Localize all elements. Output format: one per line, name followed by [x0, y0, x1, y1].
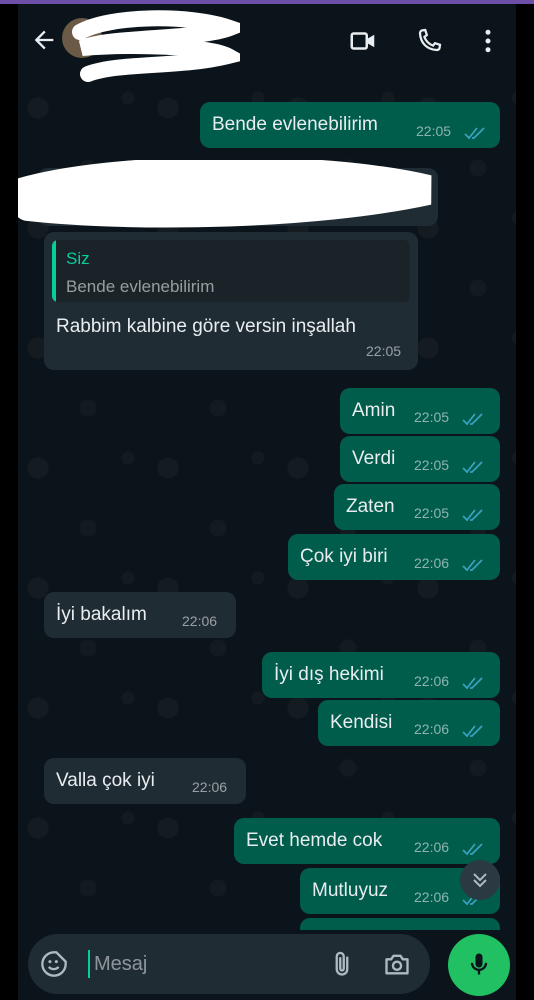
message-time: 22:05 [414, 505, 450, 521]
voice-record-button[interactable] [448, 934, 510, 996]
message-bubble-outgoing[interactable]: Verdi 22:05 [340, 436, 500, 482]
message-text: Zaten [346, 496, 395, 517]
message-time: 22:05 [414, 457, 450, 473]
phone-icon[interactable] [414, 26, 444, 56]
message-text: Kendisi [330, 712, 393, 733]
video-call-icon[interactable] [348, 26, 378, 56]
message-bubble-outgoing[interactable]: Amin 22:05 [340, 388, 500, 434]
sticker-icon[interactable] [40, 950, 68, 978]
redaction-scribble [72, 10, 240, 82]
message-time: 22:06 [414, 839, 450, 855]
message-time: 22:06 [414, 555, 450, 571]
double-check-icon [462, 677, 483, 690]
double-check-icon [462, 725, 483, 738]
microphone-icon [470, 953, 488, 975]
message-time: 22:06 [192, 779, 228, 795]
message-text: Valla çok iyi [56, 770, 155, 791]
scroll-to-bottom-button[interactable] [460, 860, 500, 900]
message-time: 22:06 [414, 889, 450, 905]
camera-icon[interactable] [382, 950, 412, 978]
message-text: Çok iyi biri [300, 546, 388, 567]
message-text: Rabbim kalbine göre versin inşallah [56, 316, 356, 337]
message-bubble-incoming[interactable]: Siz Bende evlenebilirim Rabbim kalbine g… [44, 232, 418, 370]
paperclip-icon[interactable] [328, 950, 356, 978]
message-bubble-outgoing[interactable]: İyi dış hekimi 22:06 [262, 652, 500, 698]
message-time: 22:06 [414, 673, 450, 689]
message-text: Amin [352, 400, 396, 421]
message-list[interactable]: Bende evlenebilirim 22:05 Siz Bende evle… [18, 78, 516, 930]
message-bubble-outgoing[interactable]: Zaten 22:05 [334, 484, 500, 530]
message-time: 22:06 [182, 613, 218, 629]
message-time: 22:06 [414, 721, 450, 737]
message-bubble-incoming[interactable]: Valla çok iyi 22:06 [44, 758, 246, 804]
double-check-icon [462, 509, 483, 522]
quote-text: Bende evlenebilirim [66, 277, 215, 296]
kebab-menu-icon[interactable] [473, 26, 503, 56]
reply-quote[interactable]: Siz Bende evlenebilirim [52, 240, 410, 302]
message-text: İyi dış hekimi [274, 664, 384, 685]
message-time: 22:05 [416, 123, 452, 139]
chat-screen: Bende evlenebilirim 22:05 Siz Bende evle… [18, 4, 516, 1000]
quote-author: Siz [66, 249, 90, 268]
text-cursor [88, 950, 90, 978]
double-check-icon [462, 559, 483, 572]
message-text: İyi bakalım [56, 604, 147, 625]
double-check-icon [462, 413, 483, 426]
message-bubble-outgoing[interactable]: Bende evlenebilirim 22:05 [200, 102, 500, 148]
back-arrow-icon[interactable] [30, 26, 58, 54]
redacted-message [18, 160, 438, 228]
quote-accent-bar [52, 240, 56, 302]
message-bubble-outgoing[interactable] [300, 918, 500, 930]
message-bubble-outgoing[interactable]: Kendisi 22:06 [318, 700, 500, 746]
message-composer[interactable]: Mesaj [28, 934, 430, 994]
message-text: Bende evlenebilirim [212, 114, 378, 135]
message-time: 22:05 [366, 343, 402, 359]
double-check-icon [462, 843, 483, 856]
message-time: 22:05 [414, 409, 450, 425]
double-check-icon [462, 461, 483, 474]
double-chevron-down-icon [473, 873, 487, 888]
message-bubble-incoming[interactable]: İyi bakalım 22:06 [44, 592, 236, 638]
message-bubble-outgoing[interactable]: Çok iyi biri 22:06 [288, 534, 500, 580]
double-check-icon [464, 127, 485, 140]
message-text: Verdi [352, 448, 396, 469]
message-text: Evet hemde cok [246, 830, 383, 851]
message-input[interactable]: Mesaj [94, 953, 147, 976]
chat-header [18, 4, 516, 82]
message-text: Mutluyuz [312, 880, 389, 901]
message-bubble-outgoing[interactable]: Evet hemde cok 22:06 [234, 818, 500, 864]
